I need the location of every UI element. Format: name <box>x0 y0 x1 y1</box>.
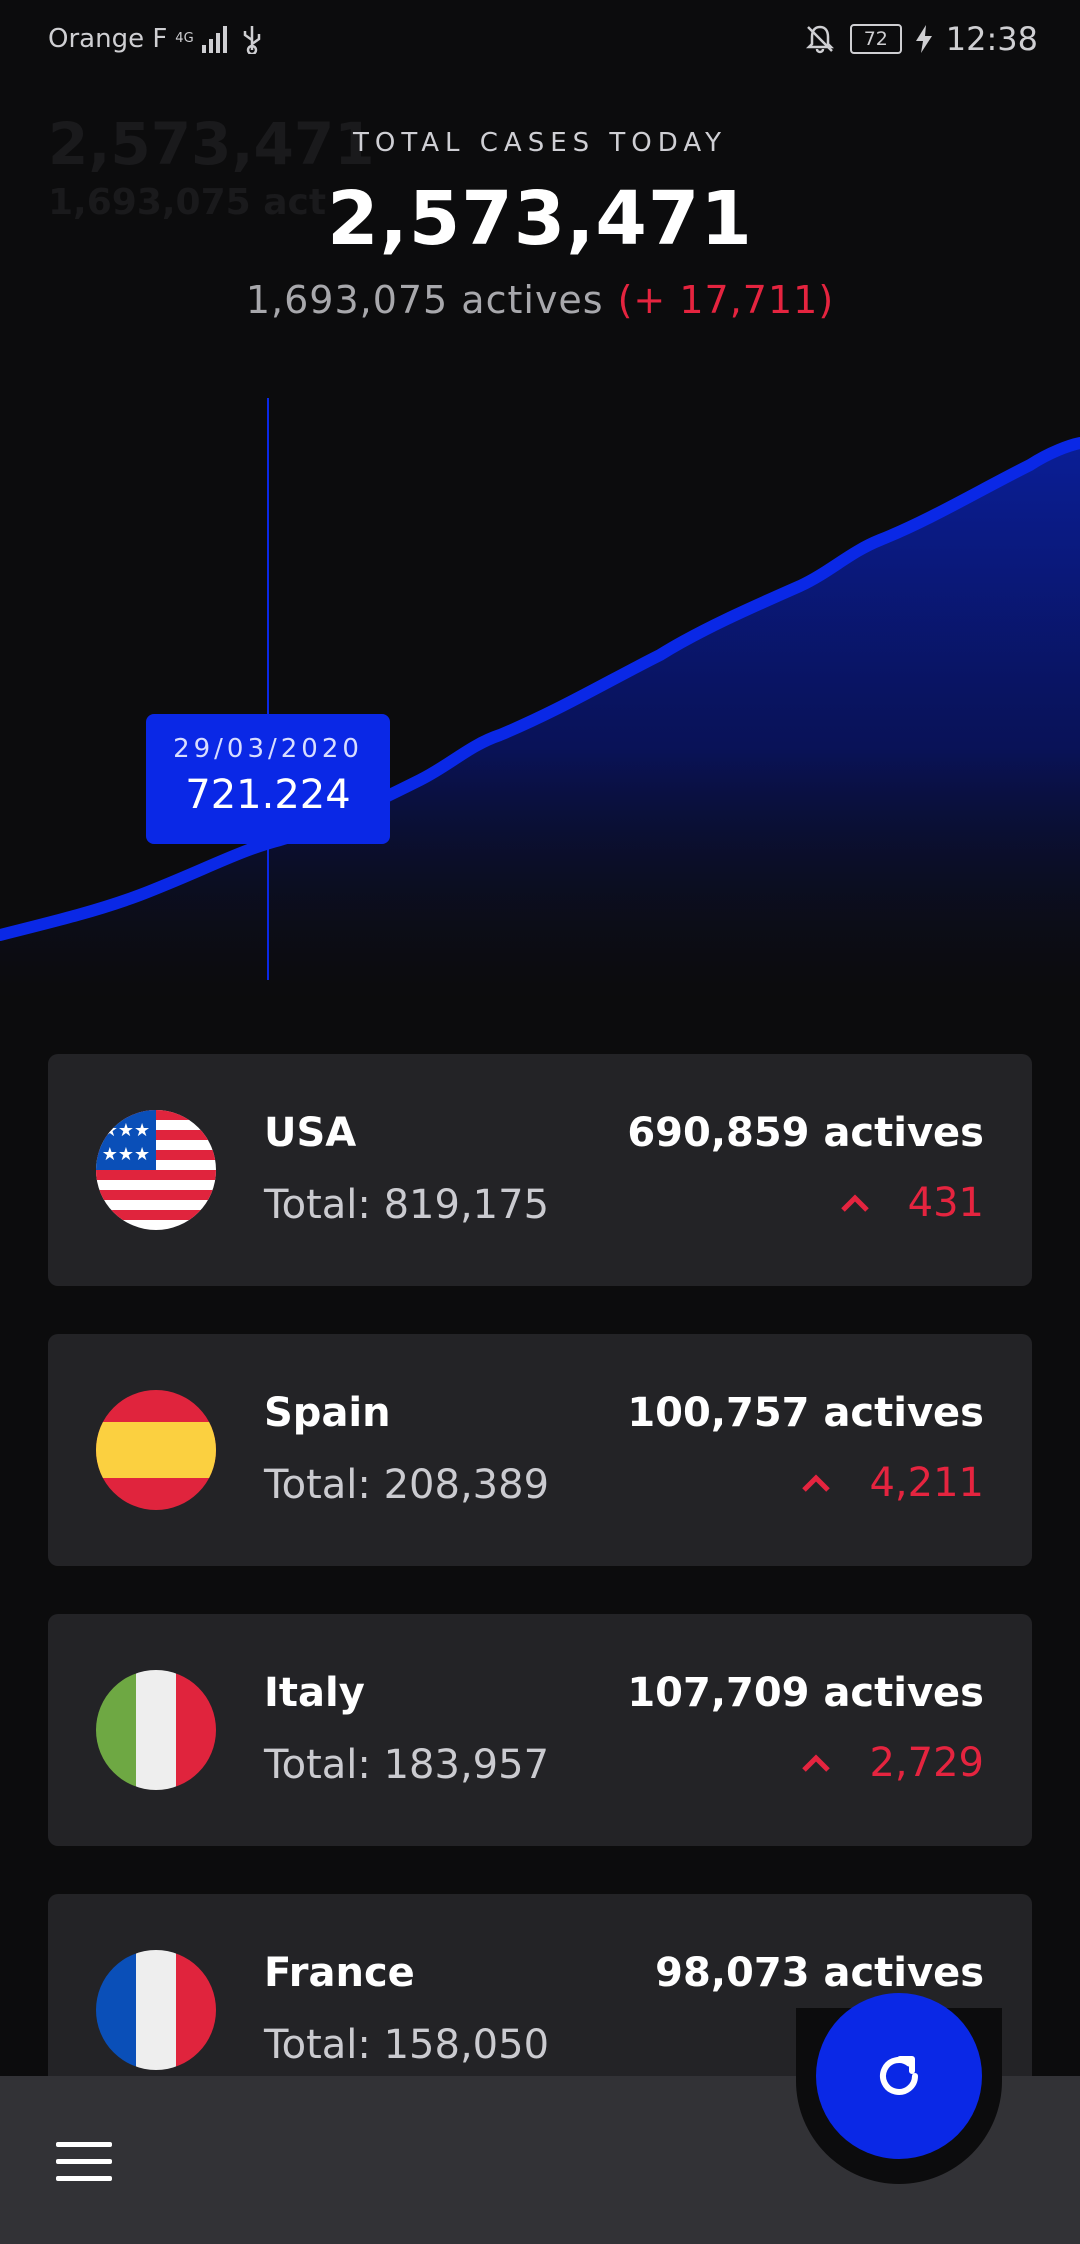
chart-tooltip: 29/03/2020 721.224 <box>146 714 390 844</box>
carrier-name: Orange F <box>48 24 168 54</box>
country-card-spain[interactable]: Spain Total: 208,389 100,757 actives 4,2… <box>48 1334 1032 1566</box>
clock: 12:38 <box>945 20 1038 58</box>
bell-off-icon <box>805 25 834 54</box>
chevron-up-icon <box>802 1754 831 1772</box>
change-value: 2,729 <box>869 1740 984 1786</box>
status-bar: Orange F 4G 72 12:38 <box>0 0 1080 86</box>
country-total: Total: 208,389 <box>264 1462 550 1508</box>
refresh-icon <box>880 2056 918 2095</box>
refresh-button[interactable] <box>816 1993 982 2159</box>
spain-flag-icon <box>96 1390 216 1510</box>
country-name: France <box>264 1950 415 1996</box>
chevron-up-icon <box>802 1474 831 1492</box>
country-name: Italy <box>264 1670 365 1716</box>
actives-summary: 1,693,075 actives (+ 17,711) <box>0 278 1080 322</box>
usa-flag-icon: ★★★ ★★★ <box>96 1110 216 1230</box>
country-actives: 100,757 actives <box>627 1390 984 1436</box>
italy-flag-icon <box>96 1670 216 1790</box>
country-total: Total: 183,957 <box>264 1742 550 1788</box>
country-card-italy[interactable]: Italy Total: 183,957 107,709 actives 2,7… <box>48 1614 1032 1846</box>
chevron-up-icon <box>840 1194 869 1212</box>
country-change: 431 <box>840 1180 984 1226</box>
country-total: Total: 158,050 <box>264 2022 550 2068</box>
change-value: 4,211 <box>869 1460 984 1506</box>
country-actives: 690,859 actives <box>627 1110 984 1156</box>
menu-icon[interactable] <box>56 2142 112 2181</box>
actives-count: 1,693,075 actives <box>245 278 604 322</box>
country-name: Spain <box>264 1390 391 1436</box>
svg-text:★★★: ★★★ <box>102 1144 150 1165</box>
country-actives: 107,709 actives <box>627 1670 984 1716</box>
country-total: Total: 819,175 <box>264 1182 550 1228</box>
cases-area-chart[interactable] <box>0 380 1080 1000</box>
change-value: 431 <box>907 1180 984 1226</box>
svg-text:★★★: ★★★ <box>102 1120 150 1141</box>
battery-icon: 72 <box>849 24 902 54</box>
charging-icon <box>915 25 932 53</box>
summary-header: TOTAL CASES TODAY 2,573,471 1,693,075 ac… <box>0 128 1080 322</box>
network-type: 4G <box>175 31 194 46</box>
tooltip-date: 29/03/2020 <box>173 734 363 764</box>
country-change: 4,211 <box>801 1460 984 1506</box>
country-card-usa[interactable]: ★★★ ★★★ USA Total: 819,175 690,859 activ… <box>48 1054 1032 1286</box>
country-name: USA <box>264 1110 357 1156</box>
country-change: 2,729 <box>801 1740 984 1786</box>
france-flag-icon <box>96 1950 216 2070</box>
usb-icon <box>243 26 260 54</box>
actives-delta: (+ 17,711) <box>617 278 835 322</box>
total-cases-label: TOTAL CASES TODAY <box>353 128 727 158</box>
country-actives: 98,073 actives <box>655 1950 984 1996</box>
signal-icon <box>201 25 227 53</box>
tooltip-value: 721.224 <box>185 772 351 818</box>
total-cases-value: 2,573,471 <box>327 176 753 262</box>
